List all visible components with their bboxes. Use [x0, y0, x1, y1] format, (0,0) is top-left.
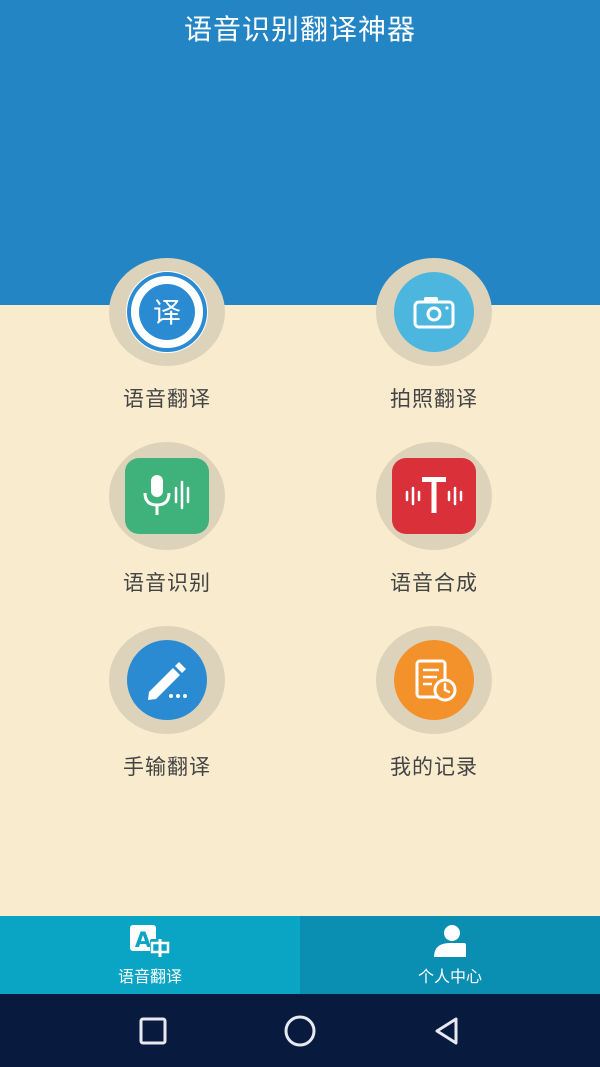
feature-photo-translate[interactable]: 拍照翻译	[334, 258, 534, 414]
bottom-nav: A 语音翻译 个人中心	[0, 916, 600, 994]
feature-label: 我的记录	[390, 755, 478, 779]
feature-voice-translate[interactable]: 译 语音翻译	[67, 258, 267, 414]
feature-halo	[109, 626, 225, 734]
tab-voice-translate[interactable]: A 语音翻译	[0, 916, 300, 994]
tab-label: 个人中心	[417, 967, 482, 986]
back-button[interactable]	[427, 1011, 467, 1051]
pencil-icon	[127, 640, 207, 720]
feature-manual-translate[interactable]: 手输翻译	[67, 626, 267, 782]
history-icon	[394, 640, 474, 720]
square-icon	[139, 1017, 167, 1044]
system-navigation-bar	[0, 994, 600, 1067]
feature-my-records[interactable]: 我的记录	[334, 626, 534, 782]
person-icon	[430, 923, 470, 963]
app-screen: 语音识别翻译神器 译 语音翻译 拍照翻译 语音识别 语音合成 手输翻译 我的记录…	[0, 0, 600, 1067]
translate-icon: 译	[126, 271, 208, 353]
feature-halo	[376, 442, 492, 550]
feature-label: 手输翻译	[123, 755, 211, 779]
feature-speech-synthesis[interactable]: 语音合成	[334, 442, 534, 598]
app-title: 语音识别翻译神器	[183, 13, 416, 46]
feature-label: 语音翻译	[123, 387, 211, 411]
recent-apps-button[interactable]	[133, 1011, 173, 1051]
camera-icon	[394, 272, 474, 352]
feature-speech-recognition[interactable]: 语音识别	[67, 442, 267, 598]
tab-personal-center[interactable]: 个人中心	[300, 916, 600, 994]
tab-label: 语音翻译	[117, 967, 182, 986]
home-button[interactable]	[280, 1011, 320, 1051]
feature-label: 语音识别	[123, 571, 211, 595]
svg-text:A: A	[135, 928, 152, 952]
back-triangle-icon	[435, 1017, 458, 1044]
text-to-speech-icon	[392, 458, 476, 534]
feature-halo	[376, 258, 492, 366]
feature-halo	[376, 626, 492, 734]
microphone-icon	[125, 458, 209, 534]
feature-halo	[109, 442, 225, 550]
translate-tab-icon: A	[128, 923, 172, 963]
feature-halo: 译	[109, 258, 225, 366]
svg-text:译: 译	[153, 296, 181, 329]
feature-label: 拍照翻译	[390, 387, 478, 411]
circle-icon	[284, 1015, 316, 1046]
feature-label: 语音合成	[390, 571, 478, 595]
